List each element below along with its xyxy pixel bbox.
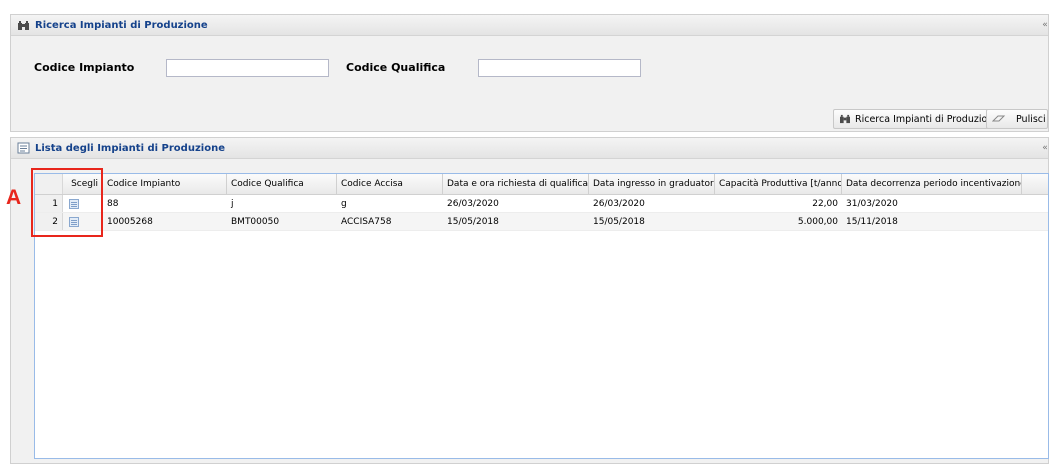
cell-capacita: 5.000,00 (797, 216, 838, 227)
codice-qualifica-input[interactable] (478, 59, 641, 77)
search-panel: Ricerca Impianti di Produzione « Codice … (10, 14, 1049, 132)
cell-codice-accisa: g (341, 198, 347, 209)
column-header-codice-qualifica[interactable]: Codice Qualifica (227, 174, 337, 194)
column-header-data-decorrenza[interactable]: Data decorrenza periodo incentivazione (842, 174, 1022, 194)
cell-filler (1022, 195, 1048, 212)
cell-codice-impianto: 88 (107, 198, 119, 209)
clear-button[interactable]: Pulisci (986, 109, 1048, 129)
column-header-codice-accisa[interactable]: Codice Accisa (337, 174, 443, 194)
table-row[interactable]: 2 10005268 BMT00050 ACCISA758 15/05/2018… (35, 213, 1048, 231)
row-number: 1 (35, 195, 63, 212)
eraser-icon (992, 114, 1006, 124)
cell-filler (1022, 213, 1048, 230)
column-header-data-richiesta[interactable]: Data e ora richiesta di qualifica (443, 174, 589, 194)
results-grid: Scegli Codice Impianto Codice Qualifica … (34, 173, 1049, 459)
list-panel-title: Lista degli Impianti di Produzione (35, 142, 225, 154)
cell-codice-qualifica: BMT00050 (231, 216, 280, 227)
codice-impianto-input[interactable] (166, 59, 329, 77)
document-list-icon (17, 142, 30, 154)
cell-data-ingresso: 26/03/2020 (593, 198, 645, 209)
list-panel-header: Lista degli Impianti di Produzione (11, 138, 1048, 159)
cell-capacita: 22,00 (812, 198, 838, 209)
choose-row-icon[interactable] (69, 198, 79, 209)
binoculars-icon (839, 114, 851, 124)
search-button-label: Ricerca Impianti di Produzione (855, 113, 1000, 125)
column-header-scegli[interactable]: Scegli (63, 174, 103, 194)
choose-cell[interactable] (63, 195, 103, 212)
choose-row-icon[interactable] (69, 216, 79, 227)
cell-data-ingresso: 15/05/2018 (593, 216, 645, 227)
cell-codice-accisa: ACCISA758 (341, 216, 392, 227)
cell-data-richiesta: 26/03/2020 (447, 198, 499, 209)
grid-header: Scegli Codice Impianto Codice Qualifica … (35, 174, 1048, 195)
cell-codice-impianto: 10005268 (107, 216, 153, 227)
column-header-codice-impianto[interactable]: Codice Impianto (103, 174, 227, 194)
column-header-capacita[interactable]: Capacità Produttiva [t/anno] (715, 174, 842, 194)
choose-cell[interactable] (63, 213, 103, 230)
row-number-header (35, 174, 63, 194)
cell-data-decorrenza: 15/11/2018 (846, 216, 898, 227)
binoculars-icon (17, 20, 30, 31)
collapse-search-panel-icon[interactable]: « (1040, 18, 1049, 32)
cell-data-decorrenza: 31/03/2020 (846, 198, 898, 209)
annotation-label: A (6, 186, 22, 209)
list-panel: Lista degli Impianti di Produzione « Sce… (10, 137, 1049, 464)
search-panel-header: Ricerca Impianti di Produzione (11, 15, 1048, 36)
table-row[interactable]: 1 88 j g 26/03/2020 26/03/2020 22,00 31/… (35, 195, 1048, 213)
search-panel-title: Ricerca Impianti di Produzione (35, 19, 208, 31)
codice-qualifica-label: Codice Qualifica (346, 61, 446, 74)
collapse-list-panel-icon[interactable]: « (1040, 141, 1049, 155)
column-header-filler (1022, 174, 1048, 194)
clear-button-label: Pulisci (1016, 113, 1046, 125)
row-number: 2 (35, 213, 63, 230)
codice-impianto-label: Codice Impianto (34, 61, 135, 74)
cell-data-richiesta: 15/05/2018 (447, 216, 499, 227)
cell-codice-qualifica: j (231, 198, 234, 209)
search-button[interactable]: Ricerca Impianti di Produzione (833, 109, 1006, 129)
column-header-data-ingresso[interactable]: Data ingresso in graduatoria (589, 174, 715, 194)
